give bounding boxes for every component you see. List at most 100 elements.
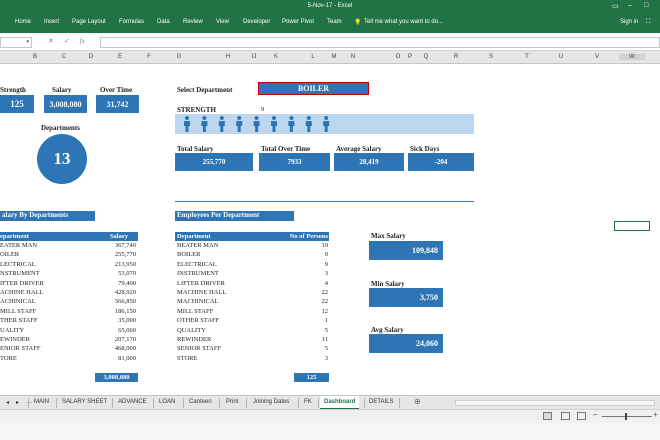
share-icon[interactable]: ⛶ xyxy=(646,19,650,26)
enter-icon[interactable]: ✓ xyxy=(64,38,70,45)
sheet-tab[interactable]: ADVANCE xyxy=(118,399,147,405)
column-header[interactable]: S xyxy=(489,54,493,60)
tab-home[interactable]: Home xyxy=(15,19,31,25)
name-box[interactable]: ▾ xyxy=(0,37,32,48)
tab-review[interactable]: Review xyxy=(183,19,203,25)
table-row[interactable]: IFTER DRIVER 79,400 xyxy=(0,279,138,288)
sheet-tab-active[interactable]: Dashboard xyxy=(320,396,360,410)
tell-me-search[interactable]: Tell me what you want to do... xyxy=(364,19,443,25)
table-row[interactable]: MACHINICAL 22 xyxy=(175,297,329,306)
table-row[interactable]: OILER 255,770 xyxy=(0,250,138,259)
sign-in-link[interactable]: Sign in xyxy=(620,19,638,25)
tab-formulas[interactable]: Formulas xyxy=(119,19,144,25)
column-header[interactable]: E xyxy=(118,54,122,60)
table-row[interactable]: MACHINE HALL 22 xyxy=(175,288,329,297)
table-row[interactable]: EATER MAN 367,740 xyxy=(0,241,138,250)
table-row[interactable]: TORE 81,000 xyxy=(0,354,138,363)
column-header[interactable]: G xyxy=(177,54,182,60)
sheet-tab[interactable]: Joining Dates xyxy=(253,399,289,405)
fx-icon[interactable]: fx xyxy=(80,37,85,45)
column-header[interactable]: B xyxy=(33,54,37,60)
ribbon-display-icon[interactable]: ▭ xyxy=(612,2,619,10)
tab-insert[interactable]: Insert xyxy=(44,19,59,25)
table-row[interactable]: ENIOR STAFF 468,000 xyxy=(0,344,138,353)
cancel-icon[interactable]: ✕ xyxy=(48,38,54,45)
table-row[interactable]: ACHINE HALL 428,920 xyxy=(0,288,138,297)
page-layout-icon[interactable] xyxy=(561,412,570,420)
table-row[interactable]: STORE 3 xyxy=(175,354,329,363)
sheet-tab[interactable]: Print xyxy=(226,399,238,405)
chevron-down-icon[interactable]: ▾ xyxy=(26,39,29,45)
avg-salary-label: Avg Salary xyxy=(371,326,404,334)
tab-data[interactable]: Data xyxy=(157,19,170,25)
row-department: QUALITY xyxy=(177,326,206,334)
summary-value: 28,419 xyxy=(334,153,404,171)
tab-view[interactable]: View xyxy=(216,19,229,25)
formula-input[interactable] xyxy=(100,37,660,48)
normal-view-icon[interactable] xyxy=(543,412,552,420)
column-header[interactable]: L xyxy=(311,54,314,60)
column-header[interactable]: M xyxy=(332,54,337,60)
tab-scroll-left-icon[interactable]: ◂ xyxy=(6,399,9,406)
maximize-icon[interactable]: □ xyxy=(644,2,648,9)
column-header[interactable]: V xyxy=(595,54,599,60)
column-header[interactable]: Q xyxy=(424,54,429,60)
worksheet[interactable]: Strength 125 Salary 3,008,080 Over Time … xyxy=(0,64,660,395)
table-row[interactable]: EWINDER 207,170 xyxy=(0,335,138,344)
row-value: 468,000 xyxy=(114,345,136,353)
table-row[interactable]: LIFTER DRIVER 4 xyxy=(175,279,329,288)
column-header[interactable]: D xyxy=(89,54,93,60)
table-row[interactable]: SENIOR STAFF 5 xyxy=(175,344,329,353)
tab-page-layout[interactable]: Page Layout xyxy=(72,19,106,25)
sheet-tab[interactable]: MAIN xyxy=(34,399,49,405)
table-row[interactable]: THER STAFF 35,000 xyxy=(0,316,138,325)
tab-developer[interactable]: Developer xyxy=(243,19,270,25)
column-header[interactable]: U xyxy=(559,54,563,60)
tab-scroll-right-icon[interactable]: ▸ xyxy=(16,399,19,406)
column-header[interactable]: C xyxy=(62,54,66,60)
sheet-tab[interactable]: SALARY SHEET xyxy=(62,399,107,405)
column-header[interactable]: IJ xyxy=(252,54,257,60)
page-break-icon[interactable] xyxy=(577,412,586,420)
table-row[interactable]: BEATER MAN 19 xyxy=(175,241,329,250)
department-dropdown[interactable]: BOILER xyxy=(258,82,369,95)
column-header[interactable]: T xyxy=(525,54,529,60)
zoom-slider-thumb[interactable] xyxy=(625,413,627,420)
column-header[interactable]: K xyxy=(274,54,278,60)
sheet-tab[interactable]: DETAILS xyxy=(369,399,394,405)
tab-power-pivot[interactable]: Power Pivot xyxy=(282,19,314,25)
table-row[interactable]: QUALITY 5 xyxy=(175,326,329,335)
horizontal-scrollbar[interactable] xyxy=(455,400,655,406)
minimize-icon[interactable]: – xyxy=(628,2,632,9)
column-header[interactable]: R xyxy=(454,54,458,60)
table-row[interactable]: BOILER 9 xyxy=(175,250,329,259)
tab-more-icon[interactable]: … xyxy=(26,399,32,405)
sheet-tab[interactable]: FK xyxy=(304,399,312,405)
table-row[interactable]: OTHER STAFF 1 xyxy=(175,316,329,325)
sheet-tab[interactable]: LOAN xyxy=(159,399,175,405)
zoom-out-icon[interactable]: – xyxy=(593,410,597,419)
column-header[interactable]: O xyxy=(396,54,401,60)
table-row[interactable]: INSTRUMENT 3 xyxy=(175,269,329,278)
column-header[interactable]: H xyxy=(226,54,230,60)
table-row[interactable]: MILL STAFF 12 xyxy=(175,307,329,316)
strength-value: 125 xyxy=(0,95,34,113)
column-header[interactable]: N xyxy=(351,54,355,60)
zoom-slider[interactable] xyxy=(602,416,652,417)
table-row[interactable]: UALITY 65,060 xyxy=(0,326,138,335)
add-sheet-icon[interactable]: ⊕ xyxy=(414,397,421,406)
column-header[interactable]: F xyxy=(147,54,151,60)
table-row[interactable]: LECTRICAL 213,950 xyxy=(0,260,138,269)
table-row[interactable]: NSTRUMENT 53,070 xyxy=(0,269,138,278)
table-row[interactable]: REWINDER 11 xyxy=(175,335,329,344)
active-cell[interactable] xyxy=(614,221,650,231)
column-header-selected[interactable]: W xyxy=(619,54,645,60)
zoom-in-icon[interactable]: + xyxy=(653,410,658,419)
table-row[interactable]: ELECTRICAL 9 xyxy=(175,260,329,269)
tab-separator xyxy=(399,398,400,408)
tab-team[interactable]: Team xyxy=(327,19,342,25)
column-header[interactable]: P xyxy=(408,54,412,60)
table-row[interactable]: ACHINICAL 566,850 xyxy=(0,297,138,306)
table-row[interactable]: MILL STAFF 186,150 xyxy=(0,307,138,316)
sheet-tab[interactable]: Canteen xyxy=(189,399,212,405)
